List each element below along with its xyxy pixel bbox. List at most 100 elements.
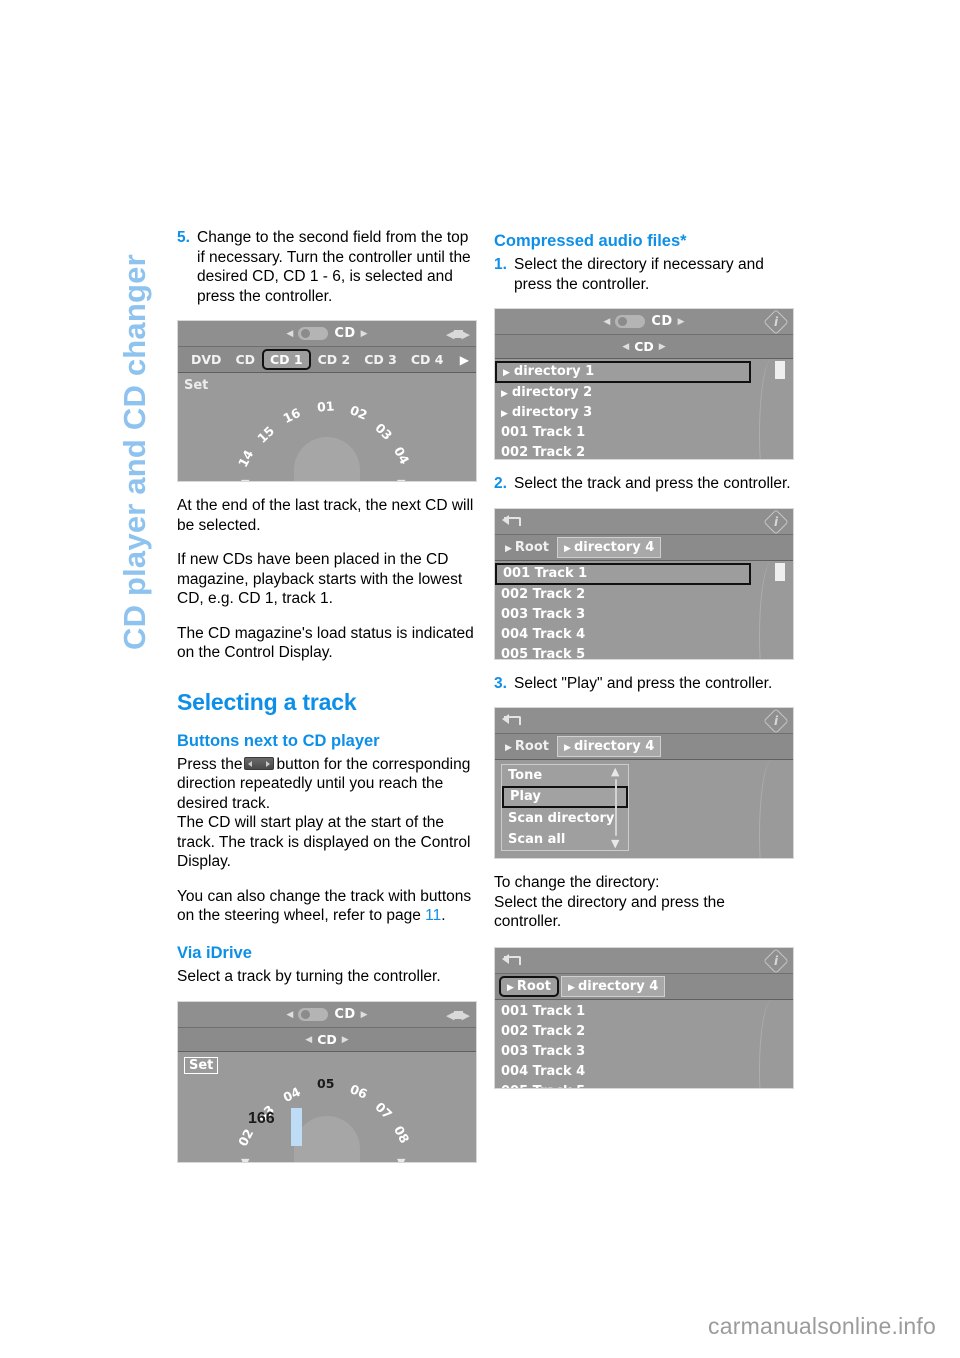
left-column: 5. Change to the second field from the t…: [177, 228, 477, 1177]
caret-icon: ▶: [503, 368, 510, 378]
list-item[interactable]: 002 Track 2: [495, 585, 793, 605]
cd-tabs[interactable]: DVD CD CD 1 CD 2 CD 3 CD 4 ▶: [178, 347, 476, 373]
context-menu: ▲ ▼ Tone Play Scan directory Scan all: [501, 764, 629, 851]
list-item[interactable]: 002 Track 2: [495, 1022, 793, 1042]
breadcrumb-label: Root: [514, 539, 550, 555]
list-rows: 001 Track 1 002 Track 2 003 Track 3 004 …: [495, 560, 793, 659]
breadcrumb: ▶ Root ▶ directory 4: [495, 734, 793, 760]
list-item[interactable]: 002 Track 2: [495, 443, 793, 460]
scroll-up-icon[interactable]: ▲: [611, 765, 619, 778]
page-reference-11[interactable]: 11: [425, 907, 441, 924]
list-item[interactable]: 004 Track 4: [495, 1062, 793, 1082]
back-icon[interactable]: [502, 712, 524, 729]
arc-number-5: 02: [347, 402, 370, 423]
list-item-label: 001 Track 1: [503, 565, 588, 581]
arc-number-7: 04: [390, 444, 413, 467]
list-item[interactable]: 005 Track 5: [495, 645, 793, 659]
list-item[interactable]: 005 Track 5: [495, 1082, 793, 1088]
header-label: CD: [334, 1007, 356, 1022]
list-item-label: directory 1: [513, 364, 595, 379]
back-icon[interactable]: [502, 513, 524, 530]
breadcrumb-label: Root: [514, 739, 550, 754]
tab-cd-3[interactable]: CD 3: [357, 350, 404, 369]
right-arrow-icon: ▶: [360, 328, 368, 339]
list-item[interactable]: ▶ directory 1: [495, 361, 751, 383]
breadcrumb-root[interactable]: ▶ Root: [499, 737, 555, 756]
arc-marker-right: ▼: [397, 477, 405, 481]
right-arrow-icon: ▶: [360, 1009, 368, 1020]
breadcrumb-root[interactable]: ▶ Root: [499, 975, 560, 997]
breadcrumb: ▶ Root ▶ directory 4: [495, 534, 793, 561]
screen-subheader: ◀ CD ▶: [178, 1028, 476, 1052]
disc-icon: [298, 1008, 329, 1021]
set-label[interactable]: Set: [184, 378, 208, 393]
caret-icon: ▶: [505, 743, 512, 753]
tab-cd[interactable]: CD: [228, 350, 262, 369]
arc-number-4: 01: [316, 398, 335, 415]
para-change-directory-2: Select the directory and press the contr…: [494, 893, 725, 931]
step-5-text: Change to the second field from the top …: [197, 229, 471, 305]
track-arc[interactable]: 14 15 16 01 02 03 04 ▼ ▼: [227, 385, 427, 481]
scrollbar-thumb[interactable]: [775, 361, 785, 379]
list-item[interactable]: 003 Track 3: [495, 1042, 793, 1062]
screen-header: i: [495, 708, 793, 734]
breadcrumb-label: directory 4: [577, 978, 659, 994]
tab-cd-2[interactable]: CD 2: [311, 350, 358, 369]
para-change-directory-1: To change the directory:: [494, 874, 660, 891]
list-item[interactable]: ▶ directory 2: [495, 383, 793, 403]
header-label: CD: [651, 314, 673, 329]
scrollbar-thumb[interactable]: [775, 562, 785, 581]
arc-number-2: 15: [254, 423, 278, 446]
back-icon[interactable]: [502, 952, 524, 969]
screen-track-list: i ▶ Root ▶ directory 4 001 Track 1 002 Tra…: [494, 507, 794, 660]
screen-body: Set 02 03 04 05 06 07 08 ▼ ▼ Track 1 00:…: [178, 1052, 476, 1162]
info-icon[interactable]: i: [763, 947, 789, 974]
screen-idrive-track: ◀ CD ▶ ◀ ▶ ◀ CD ▶ Set 02 03 04 05 06 07 …: [177, 1001, 477, 1163]
list-item[interactable]: 003 Track 3: [495, 605, 793, 625]
screen-subheader: ◀ CD ▶: [495, 335, 793, 359]
info-icon[interactable]: i: [763, 708, 789, 734]
breadcrumb-root[interactable]: ▶ Root: [499, 538, 555, 557]
right-arrow-icon: ▶: [658, 341, 666, 352]
breadcrumb-directory[interactable]: ▶ directory 4: [557, 536, 662, 558]
screen-body: Set 14 15 16 01 02 03 04 ▼ ▼ Track 1 00:…: [178, 373, 476, 481]
step-2-text: Select the track and press the controlle…: [514, 475, 791, 492]
info-icon[interactable]: i: [763, 508, 789, 535]
list-rows: ▲ ▼ Tone Play Scan directory Scan all 00…: [495, 760, 793, 858]
list-item[interactable]: ▶ directory 3: [495, 403, 793, 423]
para-last-track: At the end of the last track, the next C…: [177, 497, 474, 534]
page-marker-bar: [291, 1108, 302, 1146]
caret-icon: ▶: [507, 982, 514, 993]
caret-icon: ▶: [564, 543, 571, 554]
list-item[interactable]: 001 Track 1: [495, 562, 751, 585]
left-arrow-icon: ◀: [286, 1009, 294, 1020]
tabs-more-icon[interactable]: ▶: [460, 353, 469, 367]
list-item-label: 004 Track 4: [501, 1063, 586, 1079]
home-icon[interactable]: ◀ ▶: [446, 325, 470, 343]
tab-dvd[interactable]: DVD: [184, 350, 228, 369]
list-item[interactable]: 004 Track 4: [495, 625, 793, 645]
right-column: Compressed audio files* 1. Select the di…: [494, 228, 794, 1103]
screen-header: i: [495, 947, 793, 974]
breadcrumb-directory[interactable]: ▶ directory 4: [561, 975, 666, 997]
scroll-down-icon[interactable]: ▼: [611, 837, 619, 850]
list-item-label: 002 Track 2: [501, 445, 586, 460]
tab-cd-4[interactable]: CD 4: [404, 350, 451, 369]
list-item[interactable]: 001 Track 1: [495, 1002, 793, 1022]
breadcrumb-label: directory 4: [573, 739, 655, 754]
para-start-play: The CD will start play at the start of t…: [177, 814, 471, 870]
heading-selecting-a-track: Selecting a track: [177, 688, 357, 715]
arc-number-1: 02: [234, 1126, 257, 1149]
chapter-side-title: CD player and CD changer: [117, 254, 152, 650]
heading-via-idrive: Via iDrive: [177, 943, 252, 962]
left-arrow-icon: ◀: [622, 341, 630, 352]
menu-scroll[interactable]: ▲ ▼: [608, 765, 624, 850]
caret-icon: ▶: [505, 543, 512, 554]
tab-cd-1[interactable]: CD 1: [262, 349, 311, 370]
breadcrumb-directory[interactable]: ▶ directory 4: [557, 736, 662, 757]
info-icon[interactable]: i: [763, 309, 789, 335]
set-label[interactable]: Set: [184, 1057, 219, 1074]
home-icon[interactable]: ◀ ▶: [446, 1006, 470, 1024]
list-item[interactable]: 001 Track 1: [495, 423, 793, 443]
list-curve-decoration: [759, 760, 785, 858]
